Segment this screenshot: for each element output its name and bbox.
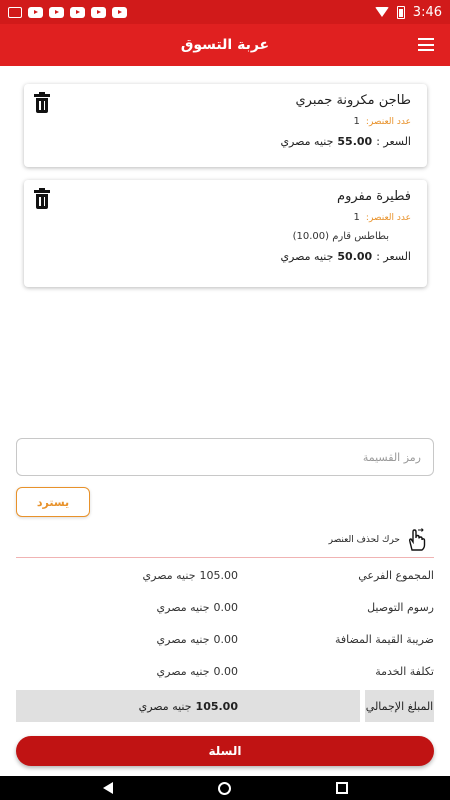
vat-value: 0.00 <box>213 633 239 646</box>
service-row: تكلفة الخدمة 0.00 جنيه مصري <box>16 661 434 685</box>
item-name: فطيرة مفروم <box>337 189 411 204</box>
vat-label: ضريبة القيمة المضافة <box>334 633 434 646</box>
item-addon: بطاطس قارم (10.00) <box>292 231 389 242</box>
delivery-label: رسوم التوصيل <box>367 601 434 614</box>
redeem-button[interactable]: يسترد <box>16 487 90 517</box>
total-label: المبلغ الإجمالي <box>365 690 434 722</box>
youtube-icon <box>70 6 85 18</box>
page-title: عربة التسوق <box>180 37 270 53</box>
status-time: 3:46 <box>412 4 442 20</box>
quantity-value: 1 <box>353 116 360 127</box>
total-value: 105.00 <box>195 699 238 713</box>
price-value: 50.00 <box>337 250 373 263</box>
cart-item-card[interactable]: فطيرة مفروم عدد العنصر: 1 بطاطس قارم (10… <box>24 180 427 287</box>
service-label: تكلفة الخدمة <box>375 665 434 678</box>
swipe-hint: حرك لحذف العنصر <box>329 528 426 552</box>
coupon-input[interactable] <box>16 438 434 476</box>
price-currency: جنيه مصري <box>280 250 334 263</box>
delivery-row: رسوم التوصيل 0.00 جنيه مصري <box>16 597 434 621</box>
image-notification-icon <box>8 6 22 18</box>
quantity-value: 1 <box>353 212 360 223</box>
home-icon[interactable] <box>217 781 231 795</box>
divider <box>16 557 434 558</box>
youtube-icon <box>49 6 64 18</box>
status-bar: 3:46 <box>0 0 450 24</box>
wifi-icon <box>374 7 389 17</box>
youtube-icon <box>112 6 127 18</box>
total-currency: جنيه مصري <box>138 699 192 713</box>
price-label: السعر : <box>376 250 411 263</box>
service-value: 0.00 <box>213 665 239 678</box>
trash-icon[interactable] <box>34 92 50 114</box>
vat-row: ضريبة القيمة المضافة 0.00 جنيه مصري <box>16 629 434 653</box>
youtube-icon <box>91 6 106 18</box>
delivery-currency: جنيه مصري <box>156 601 210 614</box>
cart-button[interactable]: السلة <box>16 736 434 766</box>
price-label: السعر : <box>376 135 411 148</box>
price-value: 55.00 <box>337 135 373 148</box>
trash-icon[interactable] <box>34 188 50 210</box>
swipe-hint-text: حرك لحذف العنصر <box>328 535 400 545</box>
quantity-label: عدد العنصر: <box>365 212 411 223</box>
notification-icons <box>8 6 127 18</box>
quantity-label: عدد العنصر: <box>365 116 411 127</box>
subtotal-row: المجموع الفرعي 105.00 جنيه مصري <box>16 565 434 589</box>
youtube-icon <box>28 6 43 18</box>
subtotal-label: المجموع الفرعي <box>358 569 434 582</box>
price-currency: جنيه مصري <box>280 135 334 148</box>
swipe-hand-icon <box>408 528 426 551</box>
recent-apps-icon[interactable] <box>335 782 348 794</box>
price-row: السعر : 50.00 جنيه مصري <box>40 250 411 263</box>
service-currency: جنيه مصري <box>156 665 210 678</box>
menu-icon[interactable] <box>418 38 434 51</box>
subtotal-currency: جنيه مصري <box>142 569 196 582</box>
vat-currency: جنيه مصري <box>156 633 210 646</box>
system-icons: 3:46 <box>374 4 442 20</box>
system-nav-bar <box>0 776 450 800</box>
subtotal-value: 105.00 <box>199 569 239 582</box>
price-row: السعر : 55.00 جنيه مصري <box>40 135 411 148</box>
app-bar: عربة التسوق <box>0 24 450 66</box>
back-icon[interactable] <box>102 782 113 794</box>
item-name: طاجن مكرونة جمبري <box>295 93 411 108</box>
cart-item-card[interactable]: طاجن مكرونة جمبري عدد العنصر: 1 السعر : … <box>24 84 427 167</box>
battery-icon <box>396 5 405 19</box>
total-value-box: 105.00 جنيه مصري <box>16 690 360 722</box>
delivery-value: 0.00 <box>213 601 239 614</box>
